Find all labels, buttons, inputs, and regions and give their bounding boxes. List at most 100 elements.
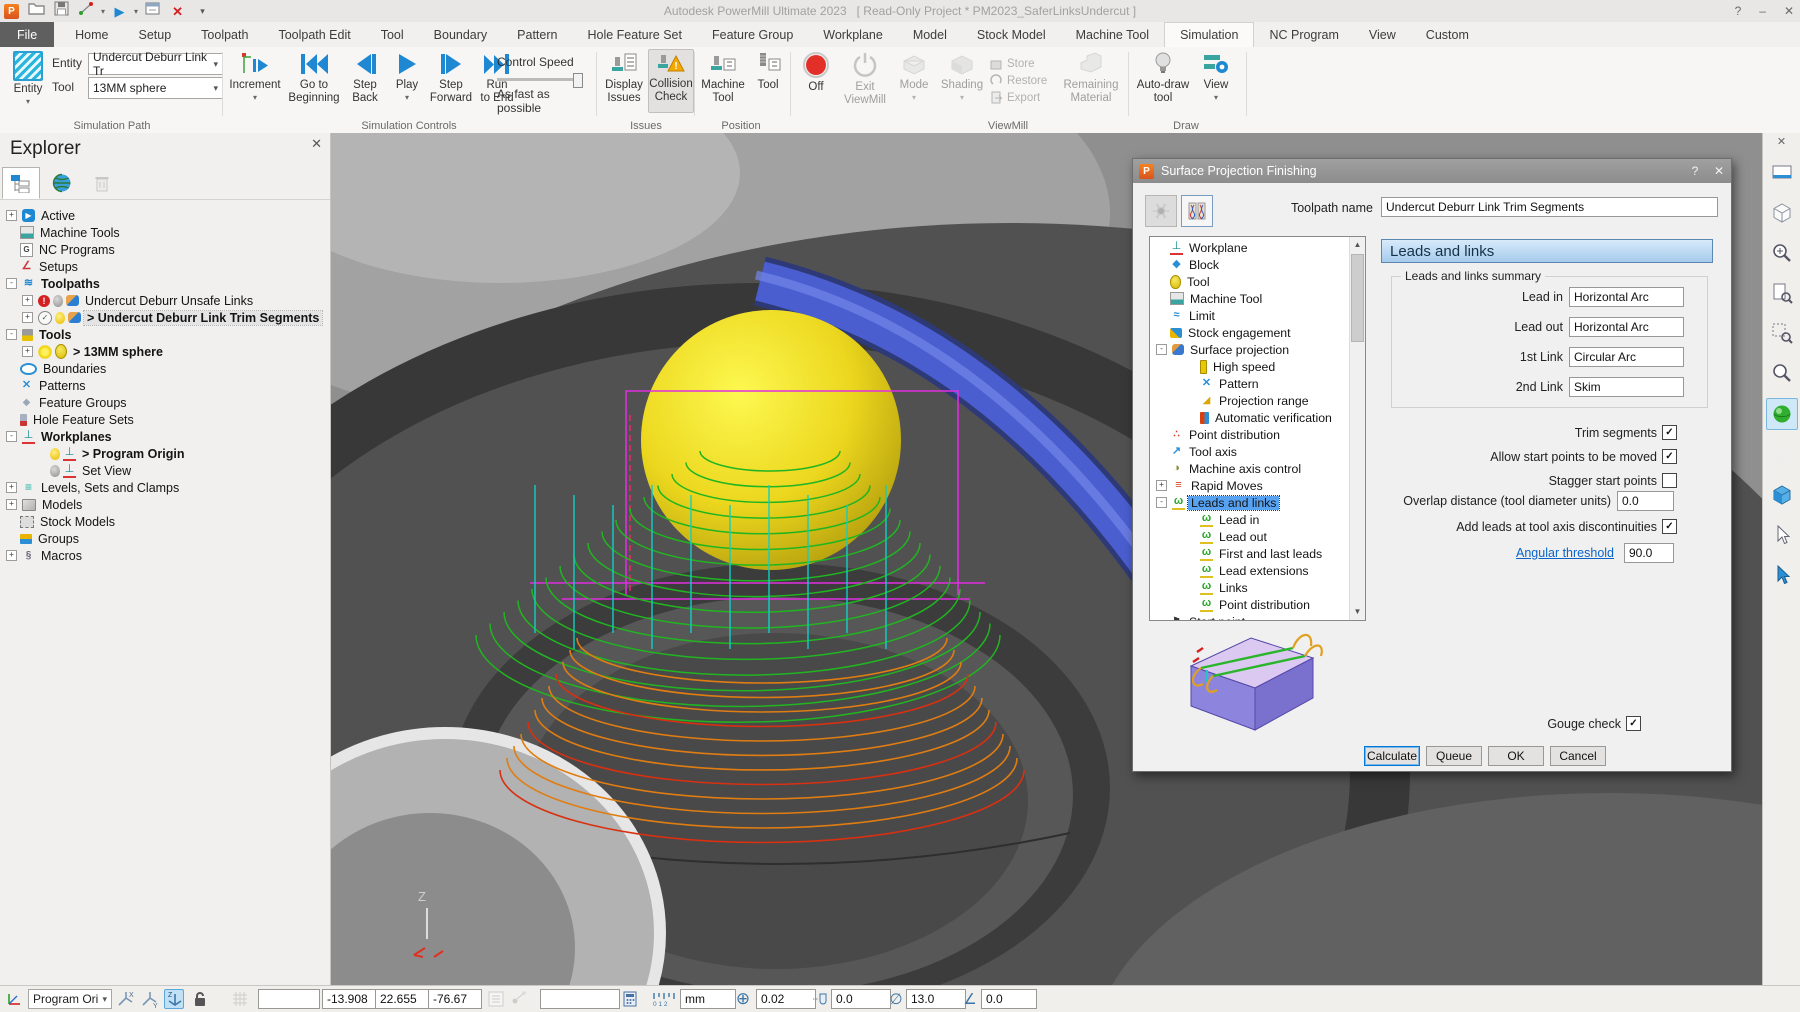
- remaining-material-button[interactable]: Remaining Material: [1060, 51, 1122, 105]
- shading-button[interactable]: Shading ▾: [938, 51, 986, 102]
- tree-item-pattern[interactable]: ✕Pattern: [1150, 375, 1349, 392]
- ruler-icon[interactable]: 0 1 2: [652, 989, 678, 1009]
- cancel-button[interactable]: Cancel: [1550, 746, 1606, 766]
- zoom-page-icon[interactable]: [1767, 278, 1797, 308]
- tree-item-start-point[interactable]: ⚑Start point: [1150, 613, 1349, 621]
- export-button[interactable]: Export: [990, 89, 1060, 106]
- gouge-checkbox[interactable]: ✓: [1626, 716, 1641, 731]
- expand-icon[interactable]: +: [6, 210, 17, 221]
- tree-item-lead-extensions[interactable]: ωLead extensions: [1150, 562, 1349, 579]
- tab-custom[interactable]: Custom: [1411, 22, 1484, 47]
- tab-stock-model[interactable]: Stock Model: [962, 22, 1061, 47]
- tree-item-machine-tool[interactable]: Machine Tool: [1150, 290, 1349, 307]
- overlap-distance-input[interactable]: [1617, 491, 1674, 511]
- mode-button[interactable]: Mode ▾: [894, 51, 934, 102]
- tool-position-button[interactable]: Tool: [750, 51, 786, 92]
- coordinate-z[interactable]: [428, 989, 482, 1009]
- display-issues-button[interactable]: Display Issues: [602, 51, 646, 105]
- tree-item-models[interactable]: +Models: [0, 496, 330, 513]
- store-button[interactable]: Store: [990, 55, 1060, 72]
- collapse-icon[interactable]: -: [1156, 497, 1167, 508]
- expand-icon[interactable]: +: [22, 312, 33, 323]
- summary-field-1st-link[interactable]: [1569, 347, 1684, 367]
- scroll-thumb[interactable]: [1351, 254, 1364, 342]
- scroll-up-icon[interactable]: ▲: [1354, 237, 1362, 251]
- auto-draw-tool-button[interactable]: Auto-draw tool: [1134, 51, 1192, 105]
- entity-button[interactable]: Entity ▾: [8, 51, 48, 106]
- restore-button[interactable]: Restore: [990, 72, 1060, 89]
- minimize-icon[interactable]: –: [1759, 4, 1766, 18]
- stagger-start-points-checkbox[interactable]: ✓: [1662, 473, 1677, 488]
- angle-field[interactable]: [981, 989, 1037, 1009]
- scrollbar[interactable]: ▲ ▼: [1349, 237, 1365, 620]
- globe-icon[interactable]: [44, 168, 80, 198]
- tab-model[interactable]: Model: [898, 22, 962, 47]
- summary-field-lead-in[interactable]: [1569, 287, 1684, 307]
- tree-item-active[interactable]: +▶Active: [0, 207, 330, 224]
- help-icon[interactable]: ?: [1735, 4, 1742, 18]
- tab-toolpath-edit[interactable]: Toolpath Edit: [263, 22, 365, 47]
- dialog-titlebar[interactable]: P Surface Projection Finishing ? ✕: [1133, 159, 1731, 183]
- tree-item-links[interactable]: ωLinks: [1150, 579, 1349, 596]
- strategy-pattern-icon[interactable]: [1181, 195, 1213, 227]
- summary-field-lead-out[interactable]: [1569, 317, 1684, 337]
- tree-item-boundaries[interactable]: Boundaries: [0, 360, 330, 377]
- thickness-field[interactable]: [831, 989, 891, 1009]
- pick-cursor-icon[interactable]: [1767, 560, 1797, 590]
- x-axis-icon[interactable]: X: [116, 989, 136, 1009]
- tree-item-feature-groups[interactable]: ◆Feature Groups: [0, 394, 330, 411]
- close-icon[interactable]: ✕: [311, 136, 322, 152]
- expand-icon[interactable]: +: [22, 346, 33, 357]
- expand-icon[interactable]: +: [6, 499, 17, 510]
- tab-tool[interactable]: Tool: [366, 22, 419, 47]
- collapse-icon[interactable]: -: [1156, 344, 1167, 355]
- exit-viewmill-button[interactable]: Exit ViewMill: [840, 51, 890, 107]
- tree-item-point-distribution[interactable]: ∴Point distribution: [1150, 426, 1349, 443]
- strategy-gear-icon[interactable]: [1145, 195, 1177, 227]
- allow-start-points-to-be-moved-checkbox[interactable]: ✓: [1662, 449, 1677, 464]
- calculator-icon[interactable]: [620, 989, 640, 1009]
- tree-item-high-speed[interactable]: High speed: [1150, 358, 1349, 375]
- trash-icon[interactable]: [84, 168, 120, 198]
- collapse-icon[interactable]: -: [6, 329, 17, 340]
- collapse-icon[interactable]: -: [6, 278, 17, 289]
- increment-button[interactable]: Increment ▾: [228, 51, 282, 102]
- tree-item-nc-programs[interactable]: GNC Programs: [0, 241, 330, 258]
- tree-item-lead-out[interactable]: ωLead out: [1150, 528, 1349, 545]
- tree-item-patterns[interactable]: ✕Patterns: [0, 377, 330, 394]
- coordinate-y[interactable]: [375, 989, 429, 1009]
- y-axis-icon[interactable]: Y: [140, 989, 160, 1009]
- tree-item-setups[interactable]: ∠Setups: [0, 258, 330, 275]
- tolerance-field[interactable]: [756, 989, 816, 1009]
- units-field[interactable]: [680, 989, 736, 1009]
- screen-view-icon[interactable]: [1767, 158, 1797, 188]
- z-axis-icon[interactable]: Z: [164, 989, 184, 1009]
- tree-item-program-origin[interactable]: ⊥> Program Origin: [0, 445, 330, 462]
- tree-item-tool[interactable]: Tool: [1150, 273, 1349, 290]
- draw-view-button[interactable]: View ▾: [1196, 51, 1236, 102]
- tree-item-levels-sets-and-clamps[interactable]: +≡Levels, Sets and Clamps: [0, 479, 330, 496]
- tab-toolpath[interactable]: Toolpath: [186, 22, 263, 47]
- cursor-icon[interactable]: [1767, 520, 1797, 550]
- toolpath-name-input[interactable]: [1381, 197, 1718, 217]
- tree-view-icon[interactable]: [2, 167, 40, 199]
- grid-icon[interactable]: [230, 989, 250, 1009]
- trim-segments-checkbox[interactable]: ✓: [1662, 425, 1677, 440]
- tab-machine-tool[interactable]: Machine Tool: [1061, 22, 1164, 47]
- tree-item-workplanes[interactable]: -⊥Workplanes: [0, 428, 330, 445]
- tree-item-13mm-sphere[interactable]: +> 13MM sphere: [0, 343, 330, 360]
- queue-button[interactable]: Queue: [1426, 746, 1482, 766]
- close-icon[interactable]: ✕: [1784, 4, 1794, 18]
- tree-item-machine-tools[interactable]: Machine Tools: [0, 224, 330, 241]
- tree-item-leads-and-links[interactable]: -ωLeads and links: [1150, 494, 1349, 511]
- tree-item-macros[interactable]: +§Macros: [0, 547, 330, 564]
- help-icon[interactable]: ?: [1683, 164, 1707, 178]
- viewmill-off-button[interactable]: Off: [796, 51, 836, 94]
- go-to-beginning-button[interactable]: Go to Beginning: [286, 51, 342, 105]
- status-field-empty-1[interactable]: [258, 989, 320, 1009]
- shaded-cube-icon[interactable]: [1767, 480, 1797, 510]
- scroll-down-icon[interactable]: ▼: [1354, 604, 1362, 618]
- zoom-tool-icon[interactable]: [1767, 238, 1797, 268]
- collision-check-button[interactable]: ! Collision Check: [648, 49, 694, 113]
- tab-home[interactable]: Home: [60, 22, 123, 47]
